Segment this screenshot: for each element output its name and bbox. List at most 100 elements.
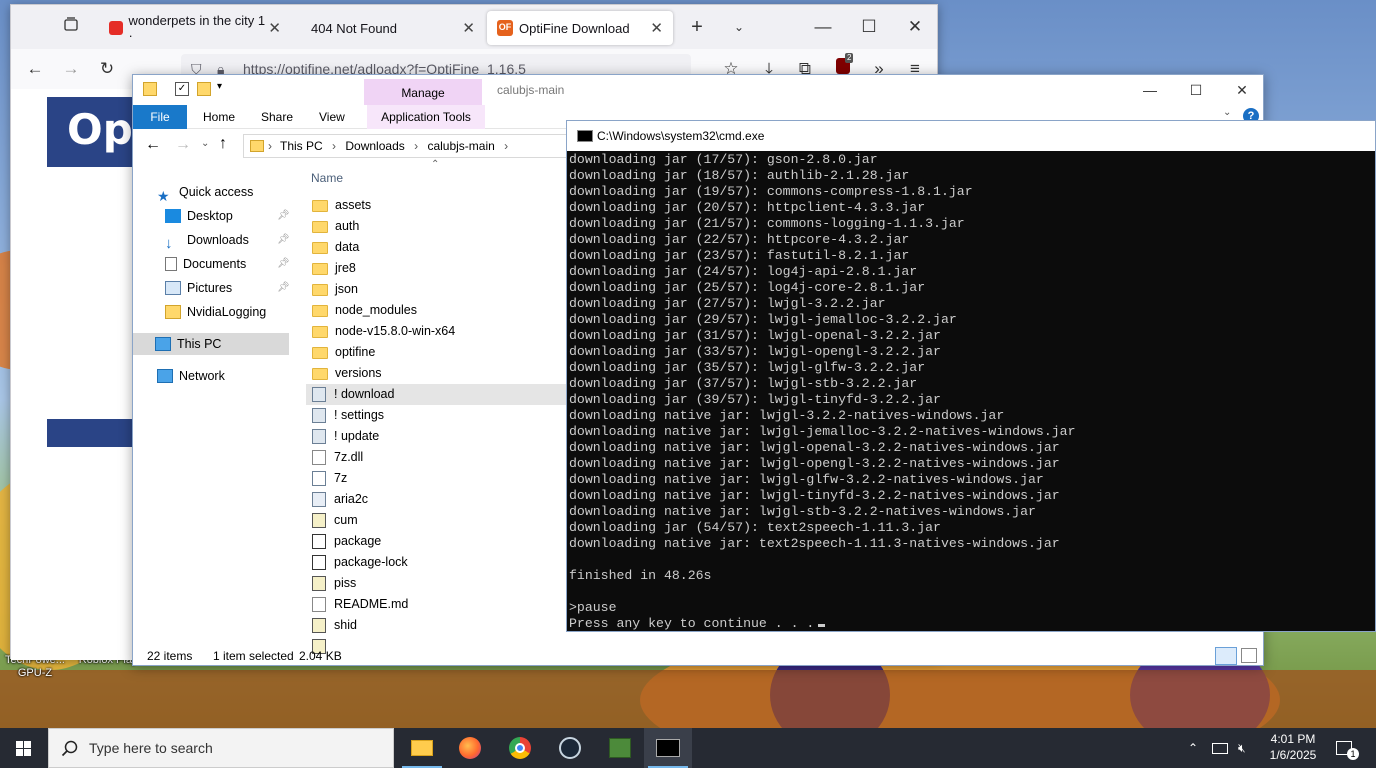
nav-network[interactable]: Network: [157, 365, 225, 387]
volume-muted-icon[interactable]: 🔇︎: [1238, 728, 1246, 768]
taskbar-firefox[interactable]: [446, 728, 494, 768]
nav-this-pc[interactable]: This PC: [133, 333, 289, 355]
tab-404[interactable]: 404 Not Found ✕: [293, 11, 485, 45]
pin-icon[interactable]: 📌︎: [277, 205, 290, 227]
file-row-cum[interactable]: cum: [306, 510, 571, 531]
nav-quick-access[interactable]: ★ Quick access: [157, 181, 253, 204]
file-row-update[interactable]: ! update: [306, 426, 571, 447]
tab-share[interactable]: Share: [251, 105, 303, 129]
maximize-button[interactable]: ☐: [857, 15, 881, 39]
file-row-jre8[interactable]: jre8: [306, 258, 571, 279]
column-header-name[interactable]: Name: [311, 171, 343, 185]
close-tab-icon[interactable]: ✕: [650, 19, 663, 37]
pin-icon[interactable]: 📌︎: [277, 253, 290, 275]
tab-optifine[interactable]: OF OptiFine Download ✕: [487, 11, 673, 45]
file-row-settings[interactable]: ! settings: [306, 405, 571, 426]
file-row-aria2c[interactable]: aria2c: [306, 489, 571, 510]
taskbar-search-box[interactable]: Type here to search: [48, 728, 394, 768]
console-line: downloading native jar: lwjgl-3.2.2-nati…: [569, 408, 1005, 423]
breadcrumb-this-pc[interactable]: This PC: [280, 139, 323, 153]
console-line: downloading native jar: lwjgl-stb-3.2.2-…: [569, 504, 1036, 519]
tab-list-icon[interactable]: [59, 15, 83, 39]
properties-icon[interactable]: ✓: [175, 82, 189, 96]
forward-arrow-icon[interactable]: →: [175, 136, 191, 154]
maximize-button[interactable]: ☐: [1173, 75, 1219, 105]
close-tab-icon[interactable]: ✕: [268, 19, 281, 37]
taskbar-clock[interactable]: 4:01 PM 1/6/2025: [1258, 731, 1328, 763]
file-row-node-v15[interactable]: node-v15.8.0-win-x64: [306, 321, 571, 342]
breadcrumb-calubjs-main[interactable]: calubjs-main: [427, 139, 494, 153]
console-line: downloading jar (35/57): lwjgl-glfw-3.2.…: [569, 360, 926, 375]
file-row-7z[interactable]: 7z: [306, 468, 571, 489]
file-row-piss[interactable]: piss: [306, 573, 571, 594]
reload-icon[interactable]: ↻: [95, 57, 119, 81]
file-row-7z-dll[interactable]: 7z.dll: [306, 447, 571, 468]
file-row-json[interactable]: json: [306, 279, 571, 300]
address-bar[interactable]: › This PC › Downloads › calubjs-main ›: [243, 134, 573, 158]
taskbar-cmd[interactable]: [644, 728, 692, 768]
console-line: Press any key to continue . . .: [569, 616, 815, 631]
new-tab-button[interactable]: +: [685, 15, 709, 39]
nav-label: Documents: [183, 257, 247, 271]
large-icons-view-icon[interactable]: [1241, 648, 1257, 663]
folder-icon: [312, 199, 328, 212]
recent-locations-icon[interactable]: ⌄: [201, 138, 209, 149]
start-button[interactable]: [0, 728, 48, 768]
console-line: downloading jar (18/57): authlib-2.1.28.…: [569, 168, 910, 183]
console-output[interactable]: downloading jar (17/57): gson-2.8.0.jar …: [569, 152, 1375, 631]
taskbar-file-explorer[interactable]: [398, 728, 446, 768]
back-arrow-icon[interactable]: ←: [23, 57, 47, 81]
nav-downloads[interactable]: ↓ Downloads 📌︎: [165, 229, 295, 252]
tab-file[interactable]: File: [133, 105, 187, 129]
up-arrow-icon[interactable]: ↑: [219, 135, 227, 153]
new-folder-icon[interactable]: [197, 82, 211, 96]
minimize-button[interactable]: —: [1127, 75, 1173, 105]
file-row-shid[interactable]: shid: [306, 615, 571, 636]
cmd-icon: [656, 739, 680, 757]
close-tab-icon[interactable]: ✕: [462, 19, 475, 37]
taskbar-minecraft-launcher[interactable]: [596, 728, 644, 768]
close-button[interactable]: ✕: [903, 15, 927, 39]
tab-wonderpets[interactable]: wonderpets in the city 1 · ✕: [99, 11, 291, 45]
explorer-title-bar: ✓ ▾ Manage calubjs-main — ☐ ✕: [133, 75, 1263, 105]
back-arrow-icon[interactable]: ←: [145, 136, 161, 154]
file-row-package[interactable]: package: [306, 531, 571, 552]
file-explorer-icon: [411, 740, 433, 756]
file-row-assets[interactable]: assets: [306, 195, 571, 216]
file-row-download[interactable]: ! download: [306, 384, 571, 405]
pin-icon[interactable]: 📌︎: [277, 277, 290, 299]
pin-icon[interactable]: 📌︎: [277, 229, 290, 251]
notifications-icon[interactable]: 1: [1336, 728, 1359, 768]
nav-nvidialogging[interactable]: NvidiaLogging: [165, 301, 266, 323]
file-row-package-lock[interactable]: package-lock: [306, 552, 571, 573]
tab-view[interactable]: View: [309, 105, 355, 129]
file-row-data[interactable]: data: [306, 237, 571, 258]
status-bar: 22 items 1 item selected 2.04 KB: [133, 645, 1263, 667]
console-line: downloading jar (23/57): fastutil-8.2.1.…: [569, 248, 910, 263]
taskbar-chrome[interactable]: [496, 728, 544, 768]
taskbar: Type here to search ⌃ 🔇︎ 4:01 PM 1/6/202…: [0, 728, 1376, 768]
forward-arrow-icon[interactable]: →: [59, 57, 83, 81]
tab-home[interactable]: Home: [193, 105, 245, 129]
nav-documents[interactable]: Documents 📌︎: [165, 253, 295, 275]
chevron-down-icon[interactable]: ⌄: [727, 15, 751, 39]
ribbon-expand-icon[interactable]: ⌄: [1223, 107, 1231, 118]
breadcrumb-downloads[interactable]: Downloads: [345, 139, 404, 153]
tab-application-tools[interactable]: Application Tools: [367, 105, 485, 129]
tab-manage[interactable]: Manage: [364, 79, 482, 105]
file-row-optifine[interactable]: optifine: [306, 342, 571, 363]
nav-pictures[interactable]: Pictures 📌︎: [165, 277, 295, 299]
show-hidden-icons[interactable]: ⌃: [1188, 728, 1198, 768]
file-row-versions[interactable]: versions: [306, 363, 571, 384]
close-button[interactable]: ✕: [1219, 75, 1265, 105]
details-view-icon[interactable]: [1215, 647, 1237, 665]
minimize-button[interactable]: —: [811, 15, 835, 39]
file-row-auth[interactable]: auth: [306, 216, 571, 237]
taskbar-steam[interactable]: [546, 728, 594, 768]
network-icon[interactable]: [1212, 728, 1232, 768]
nav-desktop[interactable]: Desktop 📌︎: [165, 205, 295, 227]
chrome-icon: [509, 737, 531, 759]
quick-access-dropdown-icon[interactable]: ▾: [217, 81, 222, 92]
file-row-node-modules[interactable]: node_modules: [306, 300, 571, 321]
file-row-readme[interactable]: README.md: [306, 594, 571, 615]
